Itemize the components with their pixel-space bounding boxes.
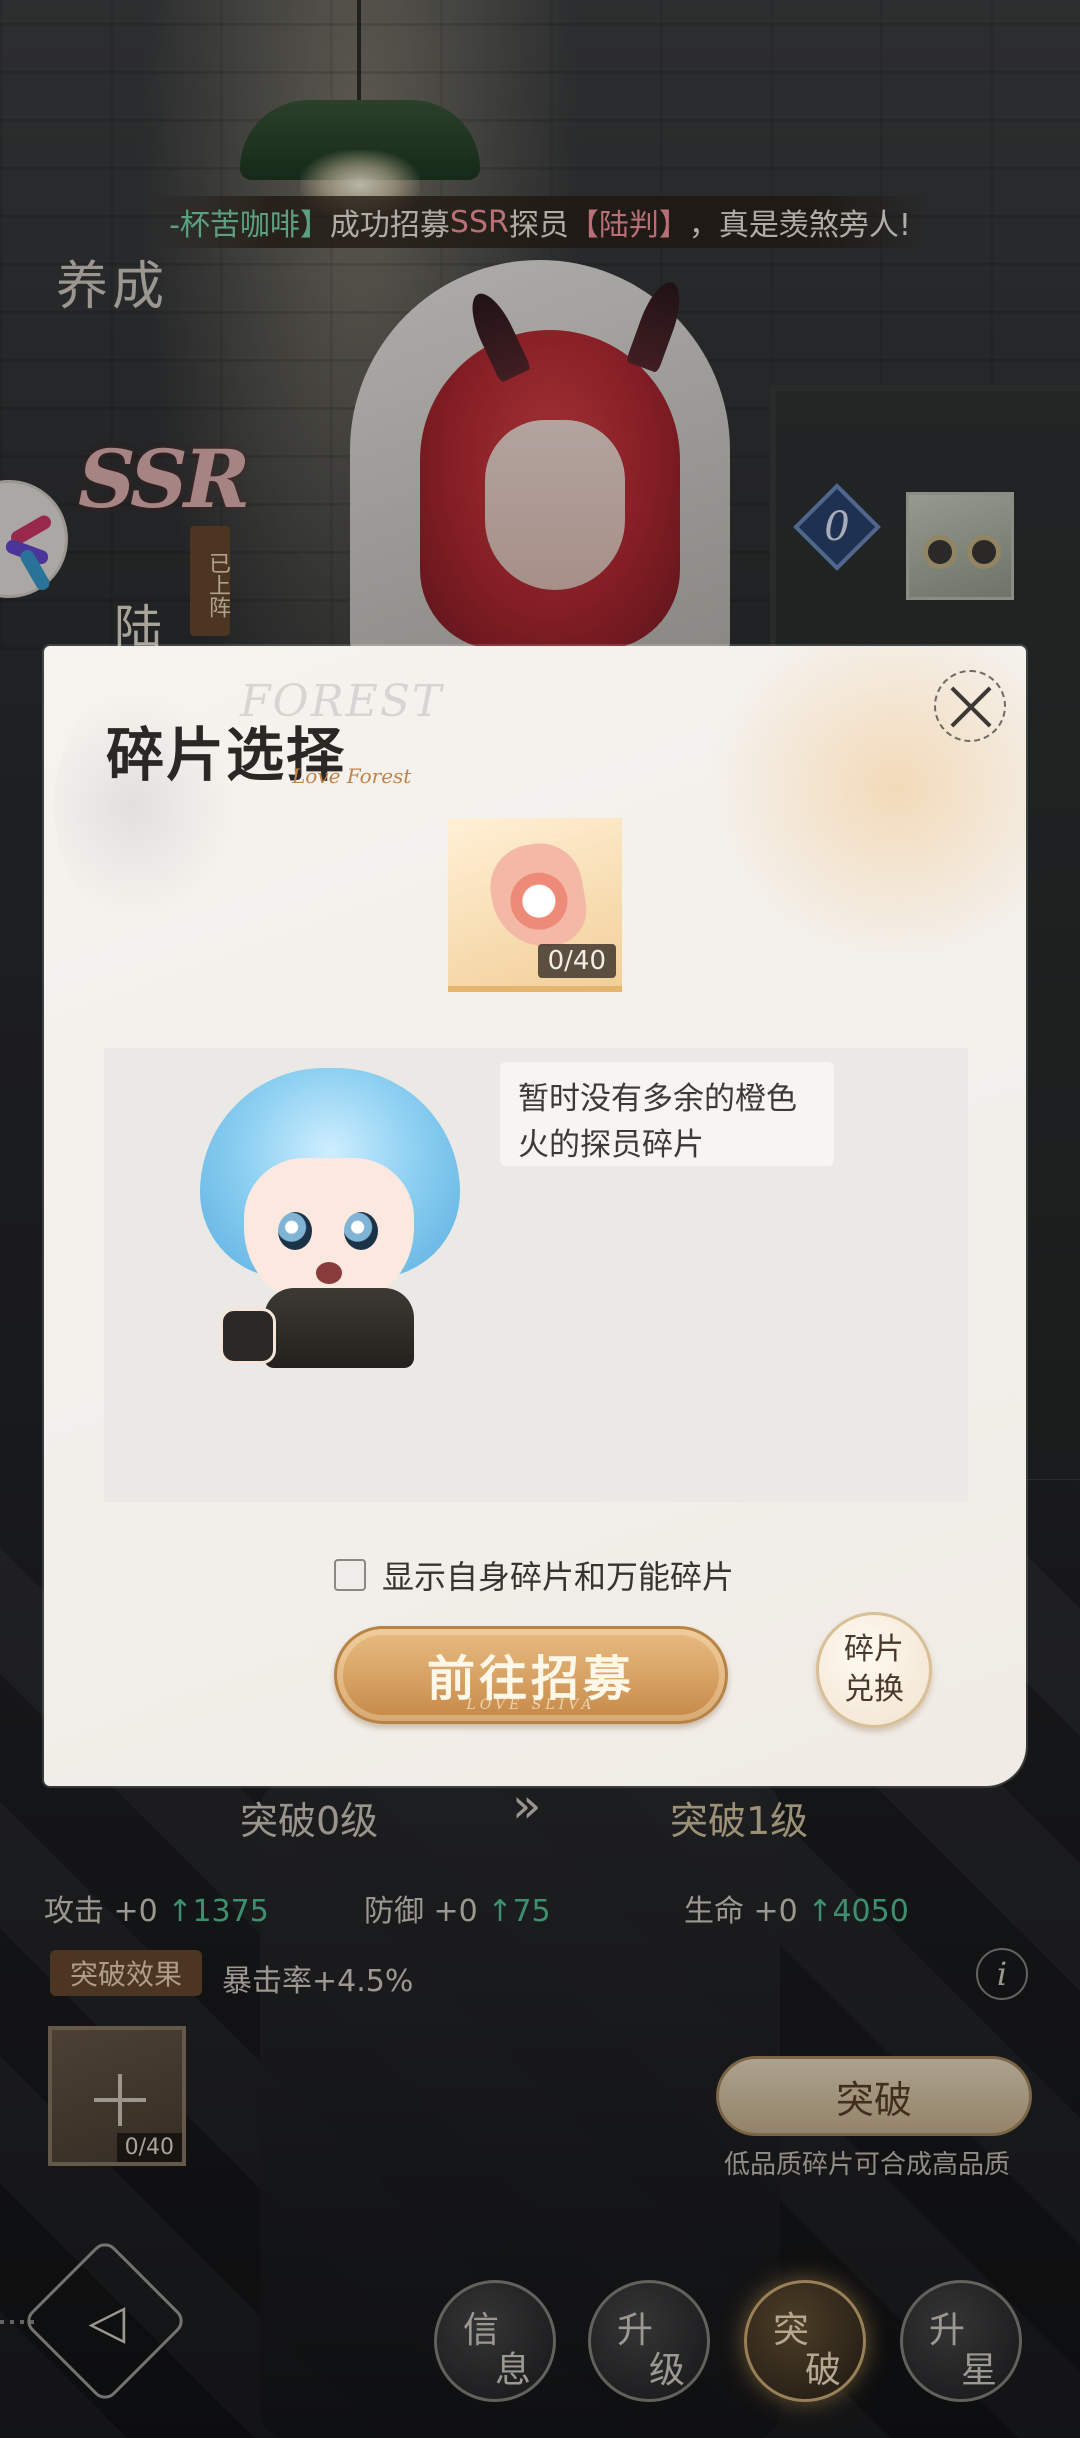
empty-message: 暂时没有多余的橙色火的探员碎片 — [500, 1062, 834, 1166]
chibi-face — [244, 1158, 414, 1308]
fragment-select-dialog: FOREST 碎片选择 Love Forest 0/40 暂时没有多余的橙色火的… — [44, 646, 1026, 1786]
exchange-label-line1: 碎片 — [844, 1632, 904, 1667]
chibi-mouth — [316, 1262, 342, 1284]
recruit-button-subtitle: LOVE SLIVA — [466, 1697, 596, 1713]
chibi-hand — [220, 1308, 276, 1364]
close-icon[interactable] — [934, 670, 1006, 742]
chibi-eye — [278, 1212, 312, 1250]
show-own-fragments-option[interactable]: 显示自身碎片和万能碎片 — [334, 1552, 734, 1598]
exchange-label-line2: 兑换 — [844, 1672, 904, 1707]
checkbox-label: 显示自身碎片和万能碎片 — [382, 1558, 735, 1596]
fragment-list-empty: 暂时没有多余的橙色火的探员碎片 — [104, 1048, 968, 1502]
go-recruit-button[interactable]: 前往招募 LOVE SLIVA — [334, 1626, 728, 1724]
dialog-script-text: Love Forest — [292, 764, 412, 788]
fragment-exchange-button[interactable]: 碎片 兑换 — [816, 1612, 932, 1728]
show-own-fragments-checkbox[interactable] — [334, 1559, 366, 1591]
chibi-body — [264, 1288, 414, 1368]
fragment-count: 0/40 — [537, 944, 616, 978]
fragment-item[interactable]: 0/40 — [448, 818, 622, 992]
chibi-eye — [344, 1212, 378, 1250]
fire-fragment-icon — [483, 836, 593, 956]
